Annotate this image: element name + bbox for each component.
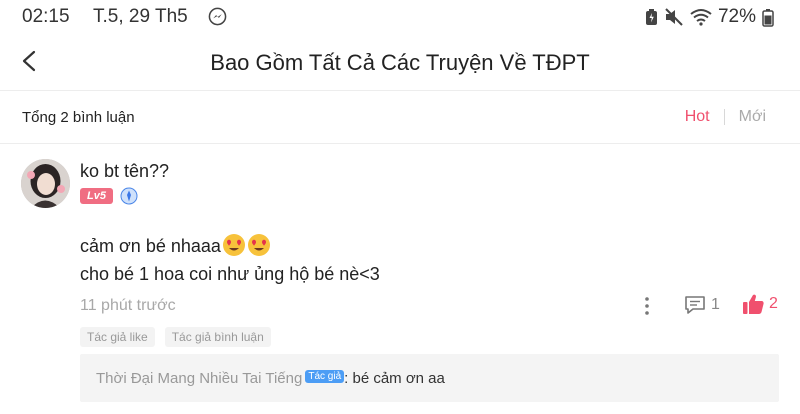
- tab-hot[interactable]: Hot: [685, 108, 710, 126]
- thumbs-up-icon: [743, 294, 764, 314]
- comment-line-1: cảm ơn bé nhaaa: [80, 236, 221, 256]
- reply-button[interactable]: 1: [684, 294, 720, 316]
- like-count: 2: [769, 295, 778, 312]
- battery-icon: [762, 8, 774, 27]
- comment-line-2: cho bé 1 hoa coi như ủng hộ bé nè<3: [80, 264, 380, 284]
- mute-icon: [665, 8, 683, 26]
- comment-username[interactable]: ko bt tên??: [80, 161, 169, 182]
- battery-saver-icon: [645, 9, 657, 25]
- medal-badge-icon: [120, 187, 138, 205]
- page-title: Bao Gồm Tất Cả Các Truyện Về TĐPT: [210, 50, 590, 75]
- avatar-image: [21, 159, 70, 208]
- tag-author-like: Tác giả like: [80, 327, 155, 347]
- sort-tabs: Hot Mới: [685, 108, 766, 126]
- comment-count: Tổng 2 bình luận: [22, 109, 135, 126]
- comment-icon: [685, 296, 705, 314]
- comment-body: cảm ơn bé nhaaa cho bé 1 hoa coi như ủng…: [80, 232, 380, 288]
- like-button[interactable]: 2: [742, 293, 778, 315]
- comment-timestamp: 11 phút trước: [80, 297, 176, 314]
- reply-text: : bé cảm ơn aa: [344, 370, 445, 387]
- divider: [723, 109, 725, 125]
- author-badge: Tác giả: [305, 370, 345, 383]
- battery-percent: 72%: [717, 6, 756, 27]
- messenger-icon: [208, 7, 227, 26]
- reply-preview[interactable]: Thời Đại Mang Nhiều Tai Tiếng Tác giả: bé…: [80, 354, 779, 402]
- status-icons: 72%: [645, 6, 774, 28]
- app-header: Bao Gồm Tất Cả Các Truyện Về TĐPT: [0, 34, 800, 91]
- status-date: T.5, 29 Th5: [93, 6, 188, 27]
- wifi-icon: [690, 9, 712, 26]
- tag-author-comment: Tác giả bình luận: [164, 327, 271, 347]
- status-bar: 02:15 T.5, 29 Th5 72%: [0, 0, 800, 34]
- tab-new[interactable]: Mới: [739, 108, 766, 126]
- heart-eyes-emoji-icon: [247, 234, 270, 256]
- level-badge: Lv5: [80, 188, 113, 204]
- heart-eyes-emoji-icon: [222, 234, 245, 256]
- reply-count: 1: [711, 296, 720, 313]
- comments-summary-bar: Tổng 2 bình luận Hot Mới: [0, 91, 800, 144]
- author-tags: Tác giả like Tác giả bình luận: [80, 327, 271, 347]
- reply-author[interactable]: Thời Đại Mang Nhiều Tai Tiếng: [96, 370, 302, 387]
- status-time: 02:15: [22, 6, 70, 27]
- avatar[interactable]: [21, 159, 70, 208]
- more-options-icon[interactable]: [639, 295, 655, 317]
- reply-content: Thời Đại Mang Nhiều Tai Tiếng Tác giả: bé…: [96, 370, 445, 387]
